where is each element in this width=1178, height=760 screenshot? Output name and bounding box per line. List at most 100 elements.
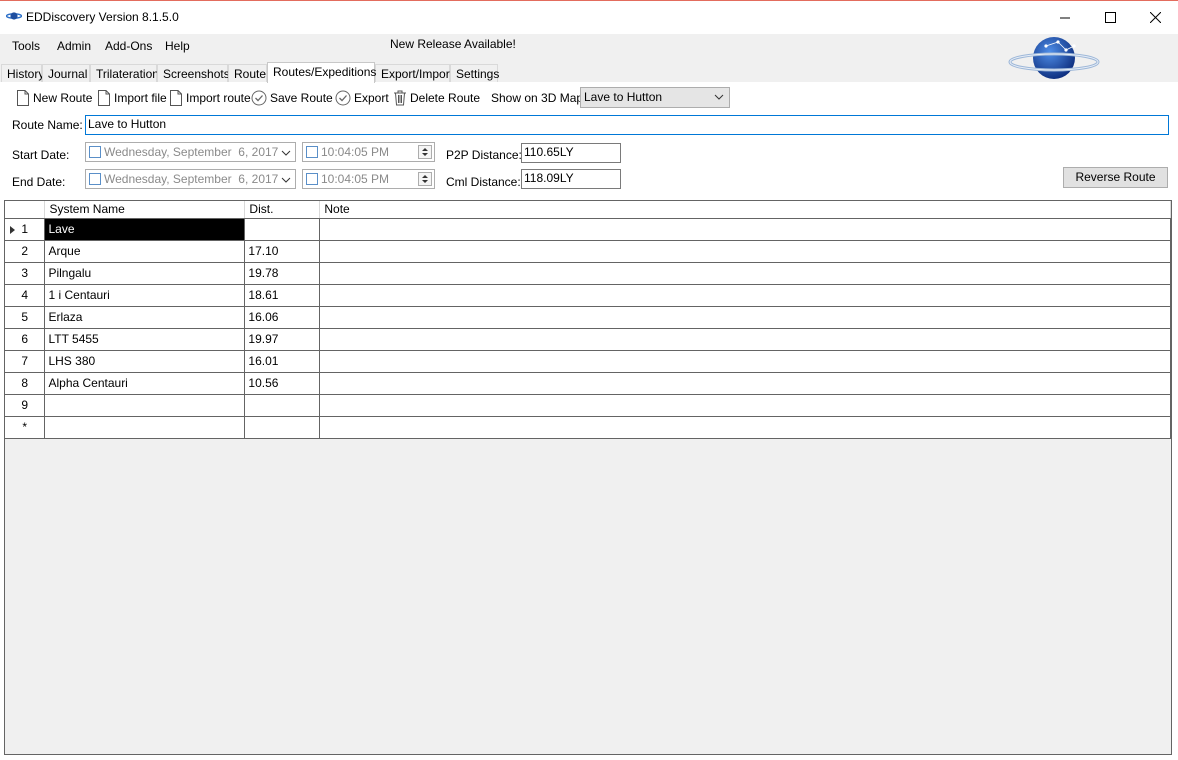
row-header[interactable]: 7 <box>5 350 46 373</box>
note-cell[interactable] <box>319 328 1171 351</box>
dist-cell[interactable]: 18.61 <box>244 284 321 307</box>
end-date-value: Wednesday, September 6, 2017 <box>104 172 279 186</box>
system-name-cell[interactable]: Erlaza <box>44 306 246 329</box>
start-date-picker[interactable]: Wednesday, September 6, 2017 <box>85 142 296 162</box>
row-header[interactable]: 4 <box>5 284 46 307</box>
p2p-distance-field: 110.65LY <box>521 143 621 163</box>
end-time-checkbox[interactable] <box>306 173 318 185</box>
dist-cell[interactable]: 10.56 <box>244 372 321 395</box>
new-release-link[interactable]: New Release Available! <box>390 37 516 51</box>
row-header[interactable]: 3 <box>5 262 46 285</box>
dist-cell[interactable] <box>244 394 321 417</box>
system-name-cell[interactable]: 1 i Centauri <box>44 284 246 307</box>
tab-trilateration[interactable]: Trilateration <box>90 64 159 82</box>
system-name-cell[interactable] <box>44 416 246 439</box>
start-date-label: Start Date: <box>12 148 70 162</box>
note-cell[interactable] <box>319 350 1171 373</box>
note-cell[interactable] <box>319 416 1171 439</box>
table-row[interactable]: 6 LTT 5455 19.97 <box>5 328 1171 351</box>
row-header[interactable]: 8 <box>5 372 46 395</box>
system-name-cell[interactable]: Lave <box>44 218 246 241</box>
delete-route-label: Delete Route <box>410 91 481 105</box>
tab-history[interactable]: History <box>1 64 44 82</box>
export-button[interactable]: Export <box>335 90 389 106</box>
tab-export-import[interactable]: Export/Import <box>375 64 453 82</box>
dist-cell[interactable]: 16.06 <box>244 306 321 329</box>
table-row[interactable]: 2 Arque 17.10 <box>5 240 1171 263</box>
system-name-cell[interactable]: LHS 380 <box>44 350 246 373</box>
table-row[interactable]: 1 Lave <box>5 218 1171 241</box>
row-header[interactable]: 9 <box>5 394 46 417</box>
save-route-button[interactable]: Save Route <box>251 90 333 106</box>
row-header[interactable]: 5 <box>5 306 46 329</box>
row-header[interactable]: 2 <box>5 240 46 263</box>
dist-cell[interactable]: 19.97 <box>244 328 321 351</box>
import-file-button[interactable]: Import file <box>97 90 167 106</box>
tab-screenshots[interactable]: Screenshots <box>157 64 230 82</box>
column-header-note[interactable]: Note <box>319 201 1171 219</box>
start-date-checkbox[interactable] <box>89 146 101 158</box>
new-route-button[interactable]: New Route <box>16 90 92 106</box>
dist-cell[interactable]: 19.78 <box>244 262 321 285</box>
spinner-arrows-icon <box>422 175 428 183</box>
row-header[interactable]: 1 <box>5 218 46 241</box>
end-date-checkbox[interactable] <box>89 173 101 185</box>
save-route-label: Save Route <box>270 91 333 105</box>
menu-admin[interactable]: Admin <box>54 38 94 54</box>
start-time-checkbox[interactable] <box>306 146 318 158</box>
dist-cell[interactable]: 16.01 <box>244 350 321 373</box>
tab-routes-expeditions[interactable]: Routes/Expeditions <box>267 62 376 83</box>
import-route-button[interactable]: Import route <box>169 90 251 106</box>
note-cell[interactable] <box>319 240 1171 263</box>
tab-journal[interactable]: Journal <box>42 64 90 82</box>
new-route-label: New Route <box>33 91 93 105</box>
row-header[interactable]: * <box>5 416 46 439</box>
map-route-select[interactable]: Lave to Hutton <box>580 87 730 108</box>
column-header-dist[interactable]: Dist. <box>244 201 321 219</box>
end-time-spinner[interactable] <box>418 172 432 186</box>
dist-cell[interactable] <box>244 218 321 241</box>
table-row[interactable]: 3 Pilngalu 19.78 <box>5 262 1171 285</box>
start-time-spinner[interactable] <box>418 145 432 159</box>
note-cell[interactable] <box>319 218 1171 241</box>
tab-settings[interactable]: Settings <box>450 64 499 82</box>
note-cell[interactable] <box>319 262 1171 285</box>
table-row[interactable]: 9 <box>5 394 1171 417</box>
minimize-button[interactable] <box>1042 0 1088 34</box>
menu-tools[interactable]: Tools <box>9 38 43 54</box>
end-date-picker[interactable]: Wednesday, September 6, 2017 <box>85 169 296 189</box>
system-name-cell[interactable]: Arque <box>44 240 246 263</box>
end-time-picker[interactable]: 10:04:05 PM <box>302 169 435 189</box>
system-name-cell[interactable]: Alpha Centauri <box>44 372 246 395</box>
column-header-system-name[interactable]: System Name <box>44 201 246 219</box>
close-button[interactable] <box>1132 0 1178 34</box>
row-header[interactable]: 6 <box>5 328 46 351</box>
note-cell[interactable] <box>319 284 1171 307</box>
note-cell[interactable] <box>319 306 1171 329</box>
tab-route[interactable]: Route <box>228 64 267 82</box>
note-cell[interactable] <box>319 394 1171 417</box>
app-icon <box>6 12 22 20</box>
reverse-route-button[interactable]: Reverse Route <box>1063 167 1168 188</box>
table-row[interactable]: 8 Alpha Centauri 10.56 <box>5 372 1171 395</box>
table-header-row: System Name Dist. Note <box>5 201 1171 219</box>
new-document-icon <box>17 90 29 106</box>
menu-help[interactable]: Help <box>162 38 193 54</box>
end-date-label: End Date: <box>12 175 66 189</box>
system-name-cell[interactable]: Pilngalu <box>44 262 246 285</box>
start-time-picker[interactable]: 10:04:05 PM <box>302 142 435 162</box>
note-cell[interactable] <box>319 372 1171 395</box>
dist-cell[interactable] <box>244 416 321 439</box>
maximize-button[interactable] <box>1087 0 1133 34</box>
system-name-cell[interactable] <box>44 394 246 417</box>
route-name-input[interactable]: Lave to Hutton <box>85 115 1169 135</box>
table-row[interactable]: 7 LHS 380 16.01 <box>5 350 1171 373</box>
table-row[interactable]: 5 Erlaza 16.06 <box>5 306 1171 329</box>
delete-route-button[interactable]: Delete Route <box>393 90 480 106</box>
system-name-cell[interactable]: LTT 5455 <box>44 328 246 351</box>
route-grid[interactable]: System Name Dist. Note 1 Lave 2 Arque 17… <box>4 200 1172 755</box>
table-row[interactable]: 4 1 i Centauri 18.61 <box>5 284 1171 307</box>
dist-cell[interactable]: 17.10 <box>244 240 321 263</box>
menu-addons[interactable]: Add-Ons <box>102 38 155 54</box>
new-row[interactable]: * <box>5 416 1171 439</box>
